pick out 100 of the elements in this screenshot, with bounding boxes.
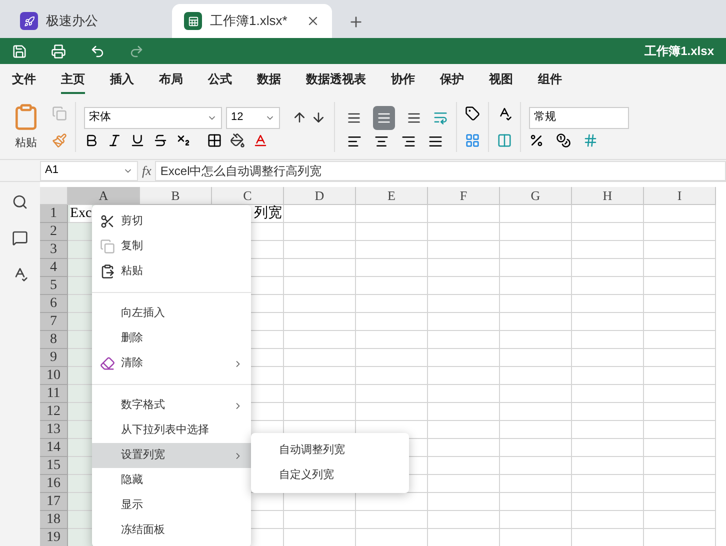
grid-cell bbox=[356, 277, 428, 295]
align-center-icon[interactable] bbox=[374, 134, 389, 148]
percent-icon[interactable] bbox=[529, 132, 544, 148]
column-header[interactable]: E bbox=[356, 187, 428, 205]
search-icon[interactable] bbox=[12, 194, 28, 210]
menu-tab[interactable]: 文件 bbox=[12, 66, 36, 94]
grid-cell bbox=[428, 439, 500, 457]
undo-icon[interactable] bbox=[90, 44, 105, 58]
menu-item[interactable]: 复制 bbox=[92, 234, 251, 259]
column-header[interactable]: B bbox=[140, 187, 212, 205]
row-header[interactable]: 10 bbox=[40, 367, 68, 385]
menu-item[interactable]: 从下拉列表中选择 bbox=[92, 418, 251, 443]
new-tab-icon[interactable] bbox=[348, 14, 364, 30]
align-right-icon[interactable] bbox=[401, 134, 416, 148]
row-header[interactable]: 15 bbox=[40, 457, 68, 475]
menu-item[interactable]: 向左插入 bbox=[92, 301, 251, 326]
row-header[interactable]: 5 bbox=[40, 277, 68, 295]
grid-cell bbox=[284, 223, 356, 241]
decrease-font-icon[interactable] bbox=[311, 110, 326, 125]
underline-icon[interactable] bbox=[130, 132, 145, 148]
number-format-select[interactable]: 常规 bbox=[529, 106, 629, 128]
row-header[interactable]: 18 bbox=[40, 511, 68, 529]
menu-tab[interactable]: 组件 bbox=[538, 66, 562, 94]
row-header[interactable]: 14 bbox=[40, 439, 68, 457]
printer-icon[interactable] bbox=[51, 44, 66, 58]
menu-item[interactable]: 自定义列宽 bbox=[251, 463, 409, 488]
italic-icon[interactable] bbox=[107, 132, 122, 148]
column-header[interactable]: D bbox=[284, 187, 356, 205]
app-tab[interactable]: 工作簿1.xlsx* bbox=[172, 4, 332, 38]
grid-cell bbox=[356, 295, 428, 313]
strikethrough-icon[interactable] bbox=[153, 132, 168, 148]
font-color-icon[interactable] bbox=[253, 132, 268, 148]
grid-cell bbox=[284, 331, 356, 349]
row-header[interactable]: 8 bbox=[40, 331, 68, 349]
save-icon[interactable] bbox=[12, 44, 27, 58]
column-header[interactable]: G bbox=[500, 187, 572, 205]
menu-item[interactable]: 设置列宽 bbox=[92, 443, 251, 468]
merge-cells-icon[interactable] bbox=[497, 133, 512, 148]
column-header[interactable]: H bbox=[572, 187, 644, 205]
column-header[interactable]: A bbox=[68, 187, 140, 205]
menu-tab[interactable]: 布局 bbox=[159, 66, 183, 94]
row-header[interactable]: 16 bbox=[40, 475, 68, 493]
close-icon[interactable] bbox=[306, 14, 320, 28]
menu-tab[interactable]: 保护 bbox=[440, 66, 464, 94]
row-header[interactable]: 2 bbox=[40, 223, 68, 241]
spell-check-icon[interactable] bbox=[497, 106, 512, 121]
redo-icon[interactable] bbox=[129, 44, 144, 58]
grid-cell bbox=[500, 493, 572, 511]
menu-item[interactable]: 清除 bbox=[92, 351, 251, 376]
row-header[interactable]: 1 bbox=[40, 205, 68, 223]
menu-tab[interactable]: 插入 bbox=[110, 66, 134, 94]
font-select[interactable]: 宋体 bbox=[84, 106, 222, 128]
row-header[interactable]: 3 bbox=[40, 241, 68, 259]
font-size-select[interactable]: 12 bbox=[226, 106, 280, 128]
column-header[interactable]: F bbox=[428, 187, 500, 205]
column-header[interactable]: C bbox=[212, 187, 284, 205]
menu-item[interactable]: 自动调整列宽 bbox=[251, 438, 409, 463]
comment-icon[interactable] bbox=[12, 230, 28, 246]
menu-tab[interactable]: 视图 bbox=[489, 66, 513, 94]
fx-label: fx bbox=[141, 162, 152, 180]
currency-icon[interactable] bbox=[556, 132, 571, 148]
paste-label[interactable]: 粘贴 bbox=[15, 134, 37, 152]
tag-icon[interactable] bbox=[465, 106, 480, 121]
fill-color-icon[interactable] bbox=[230, 132, 245, 148]
grid-cell bbox=[572, 511, 644, 529]
menu-tab[interactable]: 数据 bbox=[257, 66, 281, 94]
row-header[interactable]: 19 bbox=[40, 529, 68, 546]
menu-tab[interactable]: 公式 bbox=[208, 66, 232, 94]
menu-item[interactable]: 删除 bbox=[92, 326, 251, 351]
row-header[interactable]: 4 bbox=[40, 259, 68, 277]
bold-icon[interactable] bbox=[84, 132, 99, 148]
menu-tab[interactable]: 数据透视表 bbox=[306, 66, 366, 94]
menu-item[interactable]: 显示 bbox=[92, 493, 251, 518]
menu-item[interactable]: 隐藏 bbox=[92, 468, 251, 493]
menu-item[interactable]: 粘贴 bbox=[92, 259, 251, 284]
align-left-icon[interactable] bbox=[347, 134, 362, 148]
row-header[interactable]: 7 bbox=[40, 313, 68, 331]
grid-cell bbox=[428, 331, 500, 349]
cell-text: Exc bbox=[70, 205, 92, 222]
grid-cell bbox=[500, 313, 572, 331]
increase-font-icon[interactable] bbox=[292, 110, 307, 125]
column-header[interactable]: I bbox=[644, 187, 716, 205]
app-tab[interactable]: 极速办公 bbox=[8, 4, 168, 38]
formula-field[interactable]: Excel中怎么自动调整行高列宽 bbox=[155, 160, 726, 180]
row-header[interactable]: 13 bbox=[40, 421, 68, 439]
justify-icon[interactable] bbox=[428, 134, 443, 148]
subscript-icon[interactable] bbox=[176, 132, 191, 148]
cell-reference-field[interactable]: A1 bbox=[40, 160, 138, 180]
menu-item[interactable]: 数字格式 bbox=[92, 393, 251, 418]
row-header[interactable]: 11 bbox=[40, 385, 68, 403]
grid-cell bbox=[284, 295, 356, 313]
row-header[interactable]: 12 bbox=[40, 403, 68, 421]
borders-icon[interactable] bbox=[207, 132, 222, 148]
cell-style-icon[interactable] bbox=[465, 133, 480, 148]
row-header[interactable]: 9 bbox=[40, 349, 68, 367]
menu-item[interactable]: 冻结面板 bbox=[92, 518, 251, 543]
row-header[interactable]: 6 bbox=[40, 295, 68, 313]
row-header[interactable]: 17 bbox=[40, 493, 68, 511]
menu-tab[interactable]: 协作 bbox=[391, 66, 415, 94]
menu-item[interactable]: 剪切 bbox=[92, 209, 251, 234]
